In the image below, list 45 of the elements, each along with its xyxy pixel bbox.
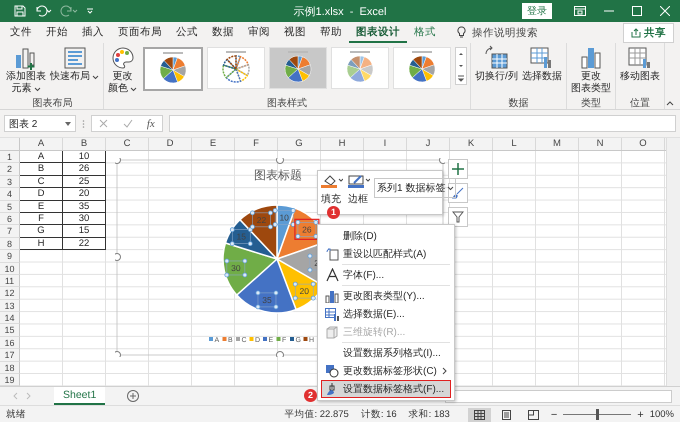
- table-cell: 15: [63, 225, 106, 238]
- zoom-level: 100%: [650, 409, 674, 420]
- button-label: 移动图表: [620, 71, 660, 83]
- button-label: 切换行/列: [475, 71, 518, 83]
- button-label: 选择数据: [522, 71, 562, 83]
- status-text: 就绪: [6, 408, 26, 421]
- data-label: 30: [231, 262, 241, 273]
- table-cell: E: [20, 200, 63, 213]
- table-cell: 22: [63, 238, 106, 250]
- table-cell: 35: [63, 200, 106, 213]
- table-cell: A: [20, 151, 63, 164]
- table-cell: D: [20, 188, 63, 201]
- table-cell: 10: [63, 151, 106, 164]
- button-label: 图表类型: [570, 83, 611, 95]
- group-label: 位置: [628, 96, 651, 109]
- group-label: 数据: [507, 97, 530, 109]
- data-label: 10: [279, 212, 289, 222]
- table-cell: 26: [63, 163, 106, 176]
- chart-title: 图表标题: [254, 168, 302, 182]
- status-average: 平均值: 22.875: [284, 408, 349, 421]
- table-cell: F: [20, 212, 63, 226]
- button-label: 元素: [12, 83, 40, 95]
- button-label: 颜色: [108, 83, 137, 95]
- table-cell: C: [20, 176, 63, 188]
- data-label: 20: [300, 286, 309, 296]
- status-count: 计数: 16: [360, 408, 397, 421]
- table-cell: 20: [63, 188, 106, 201]
- table-cell: 30: [63, 212, 106, 226]
- data-label: 26: [302, 224, 312, 234]
- group-label: 图表样式: [266, 96, 308, 109]
- button-label: 更改: [580, 71, 601, 82]
- table-cell: H: [20, 238, 63, 250]
- group-label: 图表布局: [32, 96, 74, 109]
- data-label: 15: [236, 232, 246, 242]
- data-label: 35: [262, 294, 272, 305]
- table-cell: G: [20, 225, 63, 238]
- button-label: 更改: [112, 71, 132, 82]
- table-cell: 25: [63, 176, 106, 188]
- window-title: 示例1.xlsx - Excel: [294, 4, 386, 18]
- status-sum: 求和: 183: [408, 408, 450, 421]
- group-label: 类型: [580, 96, 602, 109]
- button-label: 快速布局: [50, 71, 99, 83]
- button-label: 添加图表: [6, 71, 46, 82]
- data-label: 22: [256, 214, 266, 225]
- table-cell: B: [20, 163, 63, 176]
